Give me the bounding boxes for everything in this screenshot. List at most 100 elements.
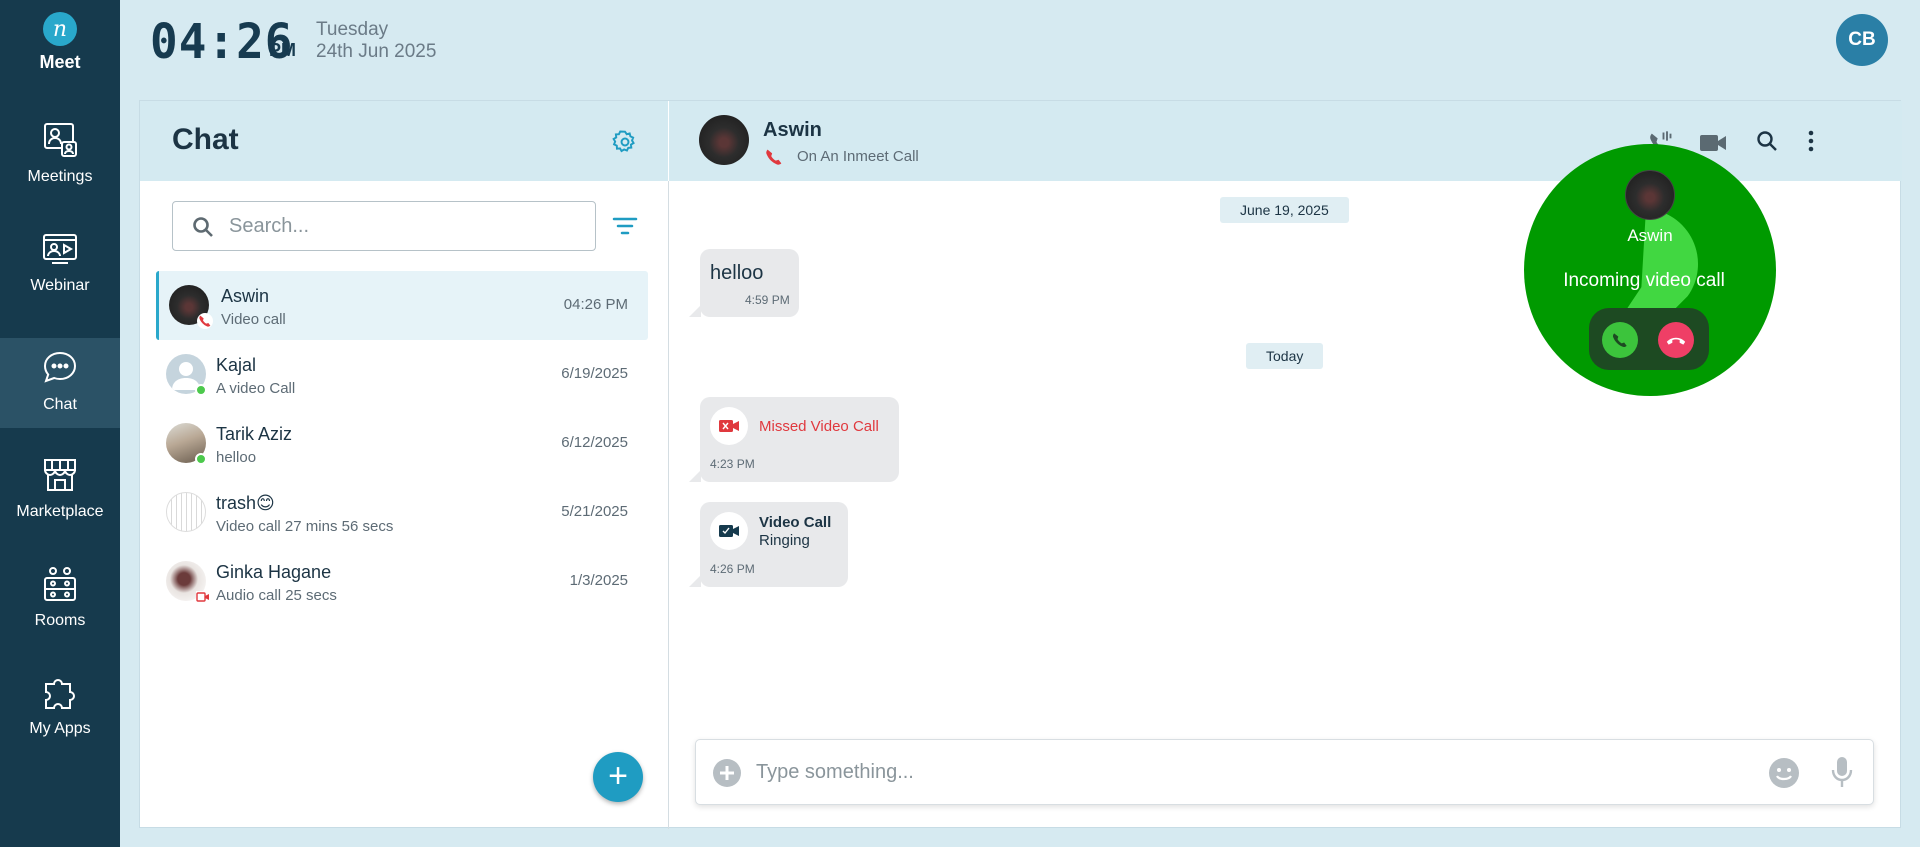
call-message-bubble: Video Call Ringing 4:26 PM xyxy=(689,502,848,587)
online-indicator xyxy=(195,384,207,396)
video-call-icon xyxy=(710,512,748,550)
search-field[interactable] xyxy=(172,201,596,251)
hang-up-icon xyxy=(1666,337,1686,345)
clock-date: 24th Jun 2025 xyxy=(316,41,437,62)
brand-name: Meet xyxy=(39,52,81,72)
message-composer xyxy=(695,739,1874,805)
more-options-icon[interactable] xyxy=(1807,129,1815,153)
filter-icon[interactable] xyxy=(612,216,638,236)
incoming-call-text: Incoming video call xyxy=(1563,270,1725,291)
chat-time: 1/3/2025 xyxy=(569,572,628,589)
chat-time: 6/19/2025 xyxy=(561,365,628,382)
call-message-title: Video Call xyxy=(759,514,832,531)
avatar xyxy=(166,492,206,532)
rooms-icon xyxy=(44,567,76,601)
puzzle-icon xyxy=(45,679,75,709)
panel-divider xyxy=(668,181,669,829)
meetings-icon xyxy=(44,123,77,157)
nav-label-my-apps: My Apps xyxy=(29,720,91,737)
chat-list-item-ginka-hagane[interactable]: Ginka Hagane Audio call 25 secs 1/3/2025 xyxy=(156,547,648,616)
attach-plus-icon[interactable] xyxy=(712,758,742,788)
contact-name[interactable]: Aswin xyxy=(763,119,822,142)
message-input[interactable] xyxy=(756,756,1716,788)
message-bubble: helloo 4:59 PM xyxy=(689,249,799,317)
message-time: 4:26 PM xyxy=(710,562,755,576)
caller-name: Aswin xyxy=(1627,226,1673,245)
marketplace-icon xyxy=(44,459,76,491)
brand[interactable]: n Meet xyxy=(0,12,120,73)
nav-label-meetings: Meetings xyxy=(27,168,93,185)
call-message-bubble: Missed Video Call 4:23 PM xyxy=(689,397,899,482)
user-avatar[interactable]: CB xyxy=(1836,14,1888,66)
chat-preview: Audio call 25 secs xyxy=(216,587,337,604)
search-input[interactable] xyxy=(229,210,579,242)
accept-call-button[interactable] xyxy=(1602,322,1638,358)
chat-time: 04:26 PM xyxy=(563,296,628,313)
on-call-icon xyxy=(766,149,782,165)
emoji-icon[interactable] xyxy=(1768,757,1800,789)
chat-list-item-tarik-aziz[interactable]: Tarik Aziz helloo 6/12/2025 xyxy=(156,409,648,478)
chat-preview: helloo xyxy=(216,449,257,466)
left-nav: n Meet Meetings Webinar Chat Marketplace… xyxy=(0,0,120,847)
brand-logo: n xyxy=(43,12,77,46)
call-message-title: Missed Video Call xyxy=(759,418,879,435)
webinar-icon xyxy=(43,234,77,264)
chat-name: trash😊 xyxy=(216,493,275,513)
chat-panel-title: Chat xyxy=(172,123,239,156)
call-message-subtitle: Ringing xyxy=(759,532,810,549)
chat-list-item-kajal[interactable]: Kajal A video Call 6/19/2025 xyxy=(156,340,648,409)
chat-preview: A video Call xyxy=(216,380,296,397)
nav-item-webinar[interactable]: Webinar xyxy=(0,229,120,319)
search-icon[interactable] xyxy=(1755,129,1779,153)
video-call-icon[interactable] xyxy=(1699,132,1727,154)
incoming-call-popup: Aswin Incoming video call xyxy=(1524,144,1776,396)
caller-avatar xyxy=(1625,170,1675,220)
chat-time: 6/12/2025 xyxy=(561,434,628,451)
chat-time: 5/21/2025 xyxy=(561,503,628,520)
chat-list-item-aswin[interactable]: Aswin Video call 04:26 PM xyxy=(156,271,648,340)
nav-label-webinar: Webinar xyxy=(30,277,90,294)
bubble-tail xyxy=(689,305,701,317)
message-text: helloo xyxy=(710,262,764,284)
clock-ampm: PM xyxy=(269,40,296,60)
chat-name: Ginka Hagane xyxy=(216,562,332,582)
message-time: 4:23 PM xyxy=(710,457,755,471)
gear-icon[interactable] xyxy=(612,129,638,155)
nav-item-chat[interactable]: Chat xyxy=(0,338,120,428)
missed-call-icon xyxy=(197,313,213,329)
nav-item-marketplace[interactable]: Marketplace xyxy=(0,455,120,545)
chat-icon xyxy=(43,351,77,383)
bubble-tail xyxy=(689,575,701,587)
new-chat-button[interactable]: + xyxy=(593,752,643,802)
chat-panel-header: Chat xyxy=(140,101,668,181)
date-separator: June 19, 2025 xyxy=(1220,197,1349,223)
clock-day: Tuesday xyxy=(316,19,389,40)
nav-item-my-apps[interactable]: My Apps xyxy=(0,672,120,762)
chat-list: Aswin Video call 04:26 PM Kajal A video … xyxy=(156,271,648,616)
phone-icon xyxy=(1612,333,1627,348)
message-time: 4:59 PM xyxy=(745,293,790,307)
microphone-icon[interactable] xyxy=(1831,755,1853,789)
nav-item-rooms[interactable]: Rooms xyxy=(0,564,120,654)
nav-label-marketplace: Marketplace xyxy=(16,503,104,520)
chat-name: Kajal xyxy=(216,355,257,375)
date-separator: Today xyxy=(1246,343,1324,369)
video-call-missed-icon xyxy=(196,591,210,603)
chat-name: Aswin xyxy=(221,286,270,306)
online-indicator xyxy=(195,453,207,465)
nav-item-meetings[interactable]: Meetings xyxy=(0,120,120,210)
chat-preview: Video call xyxy=(221,311,286,328)
bubble-tail xyxy=(689,470,701,482)
nav-label-rooms: Rooms xyxy=(34,612,86,629)
search-icon xyxy=(193,217,213,237)
contact-status: On An Inmeet Call xyxy=(797,148,919,165)
ring-animation xyxy=(1622,208,1699,315)
chat-preview: Video call 27 mins 56 secs xyxy=(216,518,394,535)
decline-call-button[interactable] xyxy=(1658,322,1694,358)
contact-avatar[interactable] xyxy=(699,115,749,165)
chat-name: Tarik Aziz xyxy=(216,424,293,444)
incoming-call-controls xyxy=(1589,308,1709,370)
missed-video-call-icon xyxy=(710,407,748,445)
nav-label-chat: Chat xyxy=(43,396,77,413)
chat-list-item-trash[interactable]: trash😊 Video call 27 mins 56 secs 5/21/2… xyxy=(156,478,648,547)
